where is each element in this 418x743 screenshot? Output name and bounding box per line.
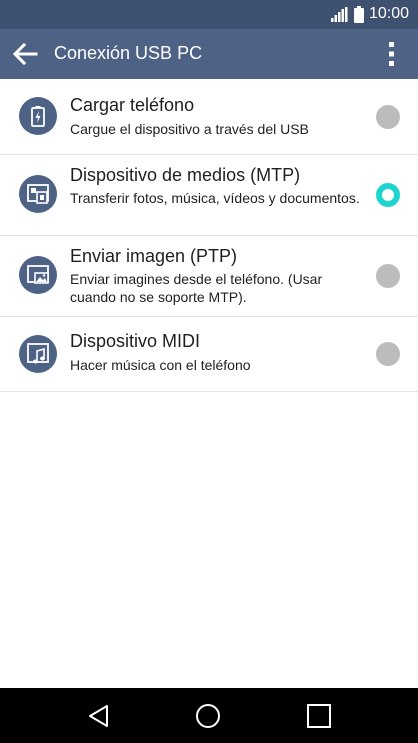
more-vert-icon[interactable] [381,40,401,68]
media-device-icon [19,175,57,213]
option-charge[interactable]: Cargar teléfono Cargue el dispositivo a … [0,79,418,155]
option-mtp[interactable]: Dispositivo de medios (MTP) Transferir f… [0,155,418,236]
navigation-bar [0,688,418,743]
radio-selected[interactable] [376,183,400,207]
option-title: Dispositivo de medios (MTP) [70,165,301,185]
music-note-icon [19,335,57,373]
battery-icon [354,6,364,23]
signal-icon [331,7,348,22]
option-subtitle: Enviar imagines desde el teléfono. (Usar… [70,271,323,305]
option-subtitle: Hacer música con el teléfono [70,357,251,373]
status-time: 10:00 [369,5,410,22]
option-subtitle: Cargue el dispositivo a través del USB [70,121,309,137]
option-subtitle: Transferir fotos, música, vídeos y docum… [70,190,360,206]
option-midi[interactable]: Dispositivo MIDI Hacer música con el tel… [0,317,418,392]
image-transfer-icon [19,256,57,294]
option-ptp[interactable]: Enviar imagen (PTP) Enviar imagines desd… [0,236,418,317]
app-bar: Conexión USB PC [0,29,418,79]
radio-unselected[interactable] [376,105,400,129]
radio-unselected[interactable] [376,264,400,288]
status-bar: 10:00 [0,0,418,29]
option-title: Cargar teléfono [70,95,195,115]
recents-square-icon[interactable] [306,703,332,729]
battery-charge-icon [19,97,57,135]
home-circle-icon[interactable] [195,703,221,729]
back-arrow-icon[interactable] [12,42,38,66]
radio-unselected[interactable] [376,342,400,366]
back-triangle-icon[interactable] [86,703,112,729]
option-title: Enviar imagen (PTP) [70,246,238,266]
option-title: Dispositivo MIDI [70,331,201,351]
page-title: Conexión USB PC [54,43,203,63]
